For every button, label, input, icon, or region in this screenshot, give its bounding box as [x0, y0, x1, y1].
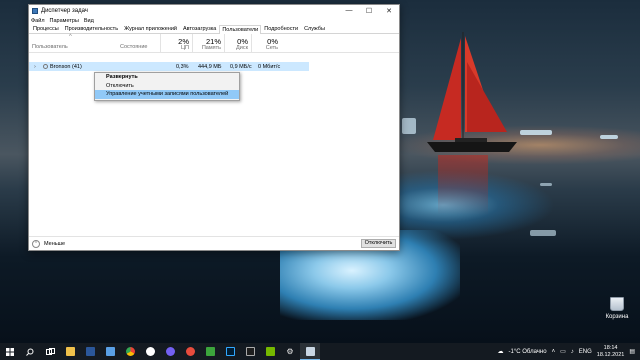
menu-file[interactable]: Файл: [31, 18, 45, 24]
tab-performance[interactable]: Производительность: [62, 24, 121, 33]
app-icon-2[interactable]: [180, 343, 200, 360]
column-user[interactable]: Пользователь: [32, 44, 68, 50]
iceberg-small: [540, 183, 552, 186]
row-memory: 444,9 МБ: [198, 63, 222, 70]
user-icon: [43, 64, 48, 69]
sort-arrow-icon: ^: [69, 34, 72, 40]
column-status[interactable]: Состояние: [120, 44, 147, 50]
notifications-icon[interactable]: ▤: [629, 348, 635, 355]
expand-chevron-icon[interactable]: ›: [34, 64, 36, 70]
user-name: Bronson (41): [50, 63, 82, 70]
volume-icon[interactable]: ♪: [571, 349, 574, 355]
sail-reflection: [438, 155, 488, 215]
chrome-icon[interactable]: [120, 343, 140, 360]
column-disk[interactable]: 0% Диск: [224, 34, 251, 53]
system-tray: ☁ -1°C Облачно ˄ ▭ ♪ ENG 18:14 18.12.202…: [498, 343, 640, 360]
recycle-bin[interactable]: Корзина: [600, 297, 634, 320]
weather-text[interactable]: -1°C Облачно: [509, 349, 547, 355]
task-manager-icon: [32, 7, 38, 14]
fewer-details-link[interactable]: Меньше: [44, 241, 65, 247]
collapse-chevron-icon[interactable]: ⌃: [32, 239, 40, 248]
viber-icon[interactable]: [160, 343, 180, 360]
memory-label: Память: [201, 45, 221, 51]
row-network: 0 Мбит/с: [258, 63, 281, 70]
column-memory[interactable]: 21% Память: [192, 34, 224, 53]
row-disk: 0,9 МБ/с: [230, 63, 252, 70]
app-icon-3[interactable]: [200, 343, 220, 360]
store-icon[interactable]: [100, 343, 120, 360]
tab-users[interactable]: Пользователи: [219, 25, 262, 34]
file-explorer-icon[interactable]: [60, 343, 80, 360]
nvidia-icon[interactable]: [260, 343, 280, 360]
tab-strip: Процессы Производительность Журнал прило…: [29, 25, 399, 34]
task-manager-taskbar-icon[interactable]: [300, 343, 320, 360]
iceberg-small: [402, 118, 416, 134]
tray-overflow-icon[interactable]: ˄: [552, 349, 556, 355]
language-indicator[interactable]: ENG: [579, 349, 592, 355]
app-icon-1[interactable]: [140, 343, 160, 360]
recycle-bin-icon: [610, 297, 624, 311]
menu-options[interactable]: Параметры: [50, 18, 79, 24]
column-cpu[interactable]: 2% ЦП: [160, 34, 192, 53]
tab-services[interactable]: Службы: [301, 24, 328, 33]
column-network[interactable]: 0% Сеть: [251, 34, 281, 53]
tab-startup[interactable]: Автозагрузка: [180, 24, 219, 33]
column-header: ^ Пользователь Состояние 2% ЦП 21% Памят…: [29, 34, 399, 53]
word-icon[interactable]: [80, 343, 100, 360]
clock-date: 18.12.2021: [596, 351, 625, 358]
context-menu: Развернуть Отключить Управление учетными…: [94, 72, 240, 101]
sailboat: [427, 32, 517, 152]
disconnect-button[interactable]: Отключить: [361, 239, 396, 248]
window-title: Диспетчер задач: [41, 7, 88, 14]
network-label: Сеть: [265, 45, 278, 51]
settings-icon[interactable]: ⚙: [280, 343, 300, 360]
context-menu-manage-accounts[interactable]: Управление учетными записями пользовател…: [95, 90, 239, 99]
close-button[interactable]: ✕: [379, 5, 399, 16]
iceberg-small: [600, 135, 618, 139]
start-icon[interactable]: [0, 343, 20, 360]
footer-bar: ⌃ Меньше Отключить: [29, 236, 399, 250]
tab-app-history[interactable]: Журнал приложений: [121, 24, 180, 33]
menu-view[interactable]: Вид: [84, 18, 94, 24]
search-icon[interactable]: [20, 343, 40, 360]
table-row[interactable]: › Bronson (41) 0,3% 444,9 МБ 0,9 МБ/с 0 …: [29, 62, 309, 71]
taskbar: ⚙ ☁ -1°C Облачно ˄ ▭ ♪ ENG 18:14 18.12.2…: [0, 343, 640, 360]
iceberg-small: [520, 130, 552, 135]
weather-cloud-icon[interactable]: ☁: [498, 348, 504, 355]
photoshop-icon[interactable]: [220, 343, 240, 360]
row-cpu: 0,3%: [176, 63, 189, 70]
minimize-button[interactable]: —: [339, 5, 359, 16]
cpu-label: ЦП: [180, 45, 189, 51]
tab-processes[interactable]: Процессы: [30, 24, 62, 33]
network-icon[interactable]: ▭: [560, 348, 566, 355]
tab-details[interactable]: Подробности: [261, 24, 301, 33]
recycle-bin-label: Корзина: [605, 314, 629, 320]
maximize-button[interactable]: ☐: [359, 5, 379, 16]
task-view-icon[interactable]: [40, 343, 60, 360]
title-bar[interactable]: Диспетчер задач — ☐ ✕: [29, 5, 399, 16]
iceberg-small: [530, 230, 556, 236]
task-manager-window: Диспетчер задач — ☐ ✕ Файл Параметры Вид…: [28, 4, 400, 251]
app-icon-4[interactable]: [240, 343, 260, 360]
clock[interactable]: 18:14 18.12.2021: [597, 345, 625, 358]
disk-label: Диск: [236, 45, 248, 51]
context-menu-expand[interactable]: Развернуть: [95, 73, 239, 82]
context-menu-disconnect[interactable]: Отключить: [95, 82, 239, 91]
